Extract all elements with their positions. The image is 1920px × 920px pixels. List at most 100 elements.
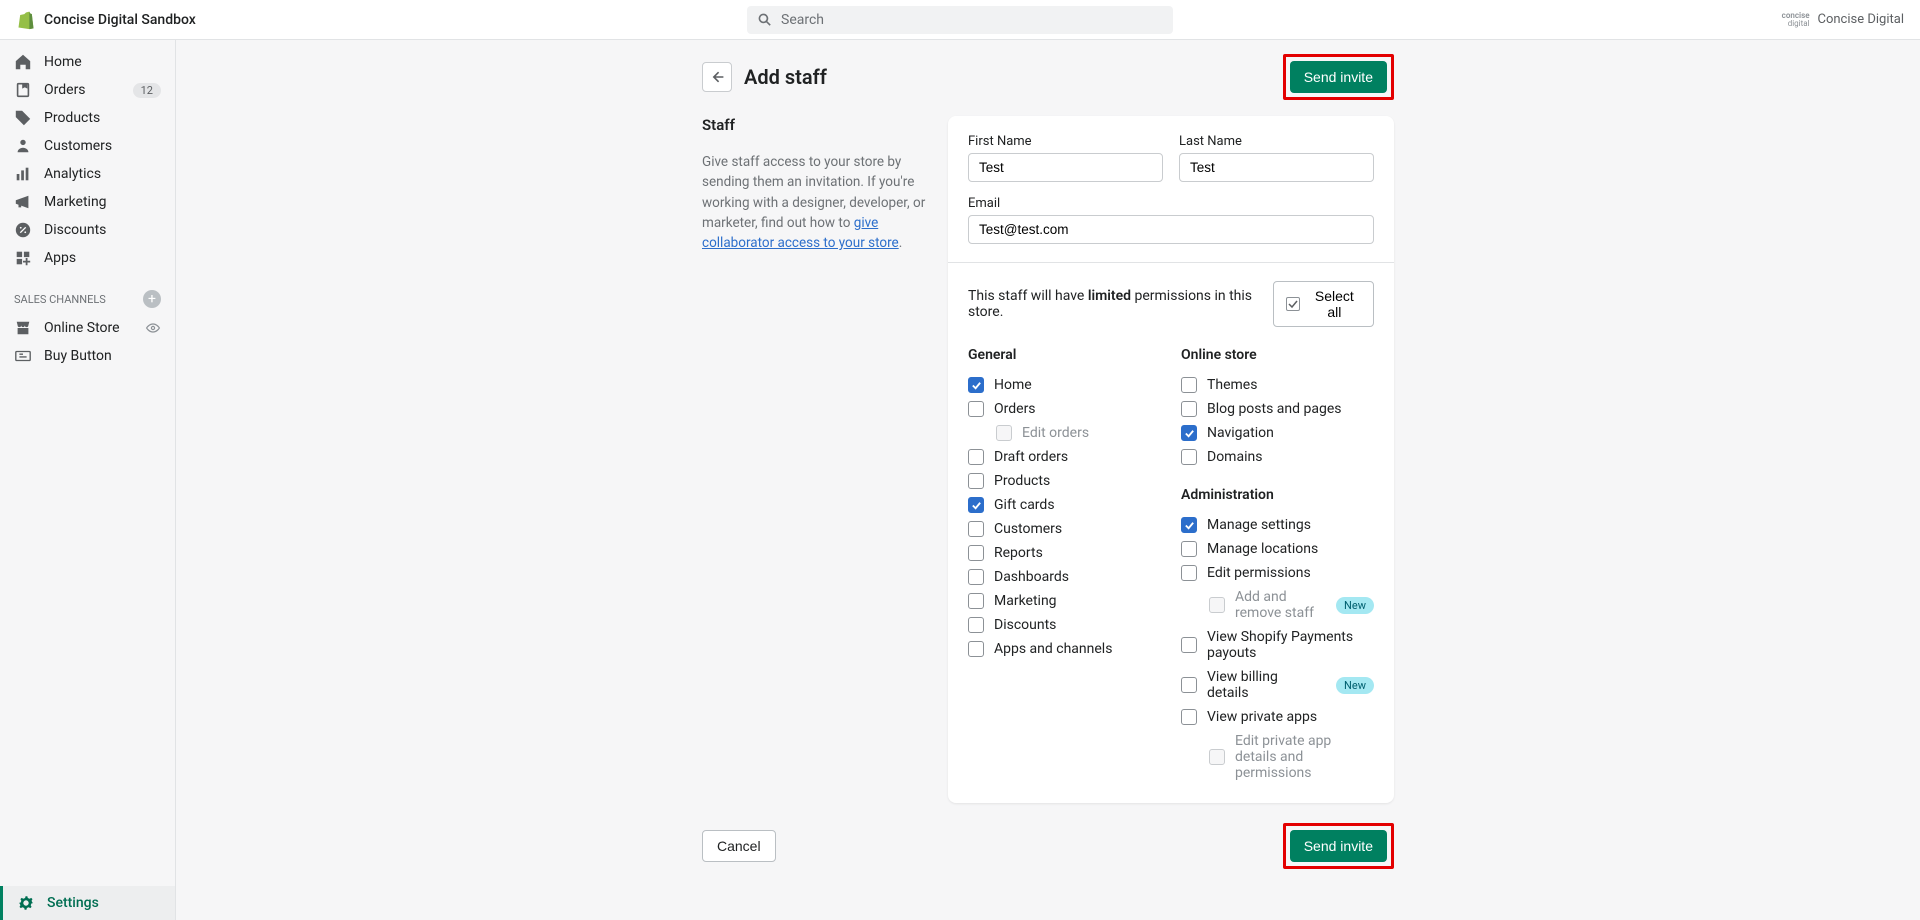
perm-label: Themes [1207, 377, 1257, 393]
perm-item[interactable]: Home [968, 373, 1161, 397]
main-content: Add staff Send invite Staff Give staff a… [176, 40, 1920, 920]
back-button[interactable] [702, 62, 732, 92]
last-name-input[interactable] [1179, 153, 1374, 182]
perm-label: View billing details [1207, 669, 1320, 701]
perm-item[interactable]: Domains [1181, 445, 1374, 469]
sidebar-item-label: Analytics [44, 166, 101, 182]
buy-button-icon [14, 347, 32, 365]
perm-item[interactable]: View private apps [1181, 705, 1374, 729]
perm-item[interactable]: Reports [968, 541, 1161, 565]
perm-item[interactable]: Marketing [968, 589, 1161, 613]
page-title: Add staff [744, 65, 1271, 89]
sidebar-section-sales-channels: SALES CHANNELS + [0, 272, 175, 314]
perm-label: Manage locations [1207, 541, 1318, 557]
perm-item[interactable]: Edit permissions [1181, 561, 1374, 585]
perm-item[interactable]: Gift cards [968, 493, 1161, 517]
perm-item: Edit orders [968, 421, 1161, 445]
checkbox-icon [1181, 709, 1197, 725]
perm-item[interactable]: Navigation [1181, 421, 1374, 445]
view-store-icon[interactable] [145, 320, 161, 336]
last-name-label: Last Name [1179, 134, 1374, 149]
perm-item[interactable]: Draft orders [968, 445, 1161, 469]
search-icon [757, 12, 773, 28]
account-menu[interactable]: concisedigital Concise Digital [1782, 12, 1904, 28]
perm-item[interactable]: View Shopify Payments payouts [1181, 625, 1374, 665]
checkbox-icon [1181, 517, 1197, 533]
perm-item[interactable]: Products [968, 469, 1161, 493]
perm-label: Domains [1207, 449, 1262, 465]
perm-label: Edit private app details and permissions [1235, 733, 1374, 781]
sidebar-item-analytics[interactable]: Analytics [0, 160, 175, 188]
sidebar-item-apps[interactable]: Apps [0, 244, 175, 272]
perm-item[interactable]: Discounts [968, 613, 1161, 637]
select-all-button[interactable]: Select all [1273, 281, 1374, 327]
perm-label: Navigation [1207, 425, 1274, 441]
perm-label: Edit orders [1022, 425, 1089, 441]
perm-item[interactable]: Customers [968, 517, 1161, 541]
sidebar-item-customers[interactable]: Customers [0, 132, 175, 160]
new-badge: New [1336, 597, 1374, 614]
sidebar-item-discounts[interactable]: Discounts [0, 216, 175, 244]
checkbox-icon [968, 401, 984, 417]
add-channel-icon[interactable]: + [143, 290, 161, 308]
checkbox-icon [968, 545, 984, 561]
perm-label: Discounts [994, 617, 1056, 633]
topbar: Concise Digital Sandbox Search concisedi… [0, 0, 1920, 40]
email-input[interactable] [968, 215, 1374, 244]
sidebar-item-label: Customers [44, 138, 112, 154]
perm-label: View Shopify Payments payouts [1207, 629, 1374, 661]
settings-label: Settings [47, 895, 99, 911]
sidebar-item-orders[interactable]: Orders 12 [0, 76, 175, 104]
orders-icon [14, 81, 32, 99]
perm-item[interactable]: Orders [968, 397, 1161, 421]
perm-item[interactable]: Manage locations [1181, 537, 1374, 561]
checkbox-icon [1181, 565, 1197, 581]
perm-item: Add and remove staffNew [1181, 585, 1374, 625]
checkbox-icon [1209, 749, 1225, 765]
checkbox-icon [968, 449, 984, 465]
staff-form-card: First Name Last Name Email [948, 116, 1394, 803]
brand: Concise Digital Sandbox [16, 10, 196, 30]
checkbox-icon [968, 377, 984, 393]
perm-item[interactable]: View billing detailsNew [1181, 665, 1374, 705]
sidebar-settings[interactable]: Settings [0, 886, 175, 920]
perm-label: Manage settings [1207, 517, 1311, 533]
cancel-button[interactable]: Cancel [702, 830, 776, 862]
staff-heading: Staff [702, 116, 928, 134]
search-box[interactable]: Search [747, 6, 1173, 34]
perm-item[interactable]: Apps and channels [968, 637, 1161, 661]
perm-label: Marketing [994, 593, 1057, 609]
perm-label: Blog posts and pages [1207, 401, 1342, 417]
analytics-icon [14, 165, 32, 183]
checkbox-icon [968, 497, 984, 513]
sidebar-item-label: Marketing [44, 194, 107, 210]
perm-label: Customers [994, 521, 1062, 537]
perm-item[interactable]: Manage settings [1181, 513, 1374, 537]
products-icon [14, 109, 32, 127]
perm-item[interactable]: Dashboards [968, 565, 1161, 589]
perm-item: Edit private app details and permissions [1181, 729, 1374, 785]
perm-item[interactable]: Themes [1181, 373, 1374, 397]
sidebar-channel-online-store[interactable]: Online Store [0, 314, 175, 342]
sidebar-channel-buy-button[interactable]: Buy Button [0, 342, 175, 370]
checkbox-icon [1181, 677, 1197, 693]
checkbox-icon [968, 617, 984, 633]
sidebar-item-products[interactable]: Products [0, 104, 175, 132]
page-header: Add staff Send invite [702, 54, 1394, 116]
perm-item[interactable]: Blog posts and pages [1181, 397, 1374, 421]
send-invite-button-bottom[interactable]: Send invite [1290, 830, 1387, 862]
send-invite-button-top[interactable]: Send invite [1290, 61, 1387, 93]
sidebar: Home Orders 12 Products Customers Analyt… [0, 40, 176, 920]
sidebar-item-label: Apps [44, 250, 76, 266]
perm-label: Apps and channels [994, 641, 1112, 657]
perm-label: Home [994, 377, 1032, 393]
sidebar-item-label: Orders [44, 82, 86, 98]
staff-description: Staff Give staff access to your store by… [702, 116, 928, 803]
perm-label: Edit permissions [1207, 565, 1311, 581]
first-name-input[interactable] [968, 153, 1163, 182]
checkbox-icon [968, 569, 984, 585]
select-all-checkbox-icon [1286, 297, 1299, 311]
sidebar-item-marketing[interactable]: Marketing [0, 188, 175, 216]
checkbox-icon [1181, 401, 1197, 417]
sidebar-item-home[interactable]: Home [0, 48, 175, 76]
